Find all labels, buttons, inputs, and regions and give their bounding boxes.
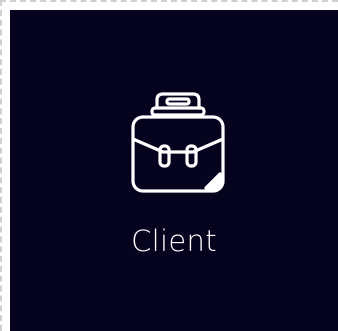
card-label: Client	[131, 224, 217, 258]
client-card[interactable]: Client	[10, 10, 338, 331]
briefcase-icon	[127, 90, 229, 194]
